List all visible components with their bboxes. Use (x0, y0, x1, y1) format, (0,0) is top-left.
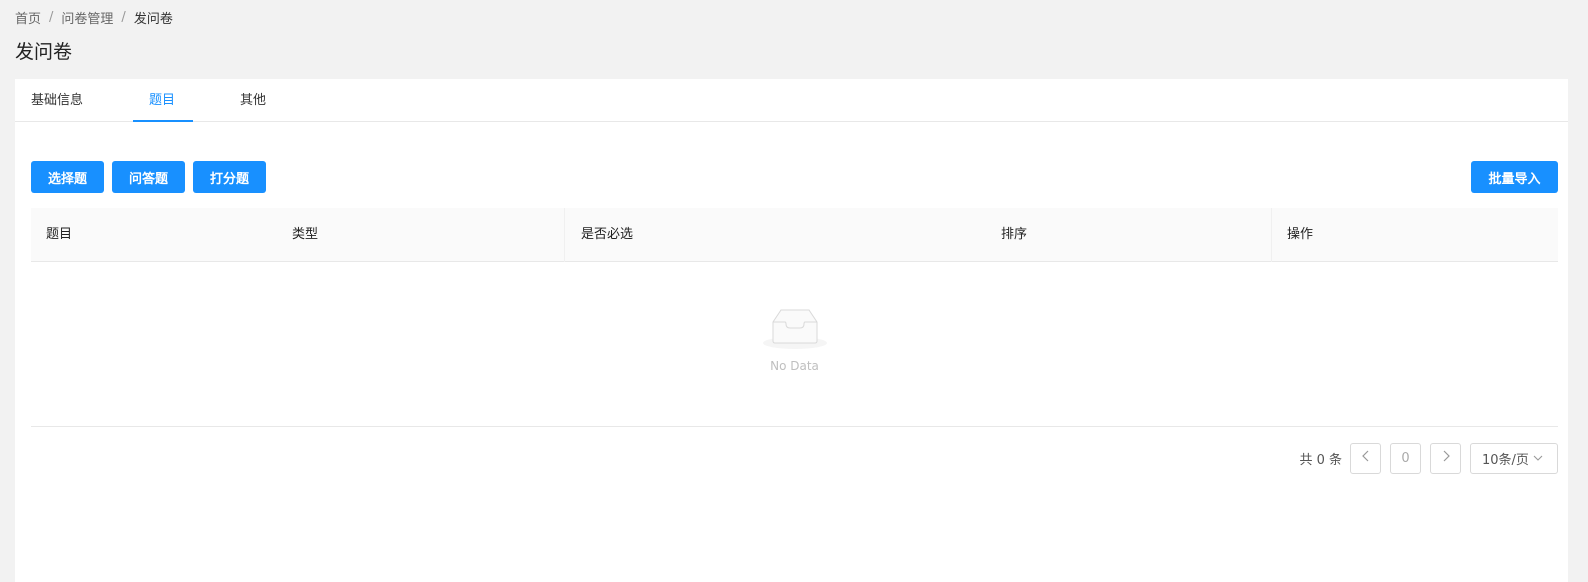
breadcrumb-current: 发问卷 (133, 11, 173, 27)
prev-page-button[interactable] (1350, 442, 1381, 474)
next-page-button[interactable] (1430, 442, 1461, 474)
tab-questions[interactable]: 题目 (149, 79, 175, 122)
batch-import-button[interactable]: 批量导入 (1471, 161, 1558, 193)
empty-inbox-icon (762, 308, 827, 353)
chevron-left-icon (1361, 450, 1371, 466)
add-choice-question-button[interactable]: 选择题 (31, 161, 104, 193)
breadcrumb: 首页 / 问卷管理 / 发问卷 (15, 8, 173, 27)
questions-table: 题目 类型 是否必选 排序 操作 No Data (31, 208, 1558, 427)
page-size-value: 10条/页 (1482, 452, 1529, 468)
empty-text: No Data (770, 359, 819, 373)
table-header: 题目 类型 是否必选 排序 操作 (31, 208, 1558, 262)
column-header-required: 是否必选 (581, 227, 634, 242)
chevron-down-icon (1533, 451, 1543, 466)
chevron-right-icon (1441, 450, 1451, 466)
column-header-type: 类型 (292, 227, 319, 242)
tab-other[interactable]: 其他 (240, 79, 266, 122)
breadcrumb-separator: / (49, 9, 54, 25)
column-divider (564, 208, 565, 262)
page-size-select[interactable]: 10条/页 (1470, 442, 1558, 474)
page-number-button[interactable]: 0 (1390, 442, 1421, 474)
tab-active-indicator (133, 120, 193, 122)
empty-state: No Data (31, 308, 1558, 373)
breadcrumb-survey-management[interactable]: 问卷管理 (61, 8, 113, 27)
breadcrumb-separator: / (121, 9, 126, 25)
pagination-total: 共 0 条 (1299, 452, 1342, 468)
add-qa-question-button[interactable]: 问答题 (112, 161, 185, 193)
page-title: 发问卷 (15, 41, 73, 63)
column-header-order: 排序 (1001, 227, 1028, 242)
column-header-actions: 操作 (1287, 227, 1314, 242)
column-divider (1271, 208, 1272, 262)
add-score-question-button[interactable]: 打分题 (193, 161, 266, 193)
pagination: 共 0 条 0 10条/页 (1299, 442, 1558, 474)
column-header-question: 题目 (46, 227, 73, 242)
breadcrumb-home[interactable]: 首页 (15, 8, 41, 27)
table-body: No Data (31, 262, 1558, 427)
content-card: 基础信息 题目 其他 选择题 问答题 打分题 批量导入 题目 类型 是否必选 排… (15, 79, 1568, 582)
tab-basic-info[interactable]: 基础信息 (31, 79, 83, 122)
tab-bar: 基础信息 题目 其他 (15, 79, 1568, 122)
